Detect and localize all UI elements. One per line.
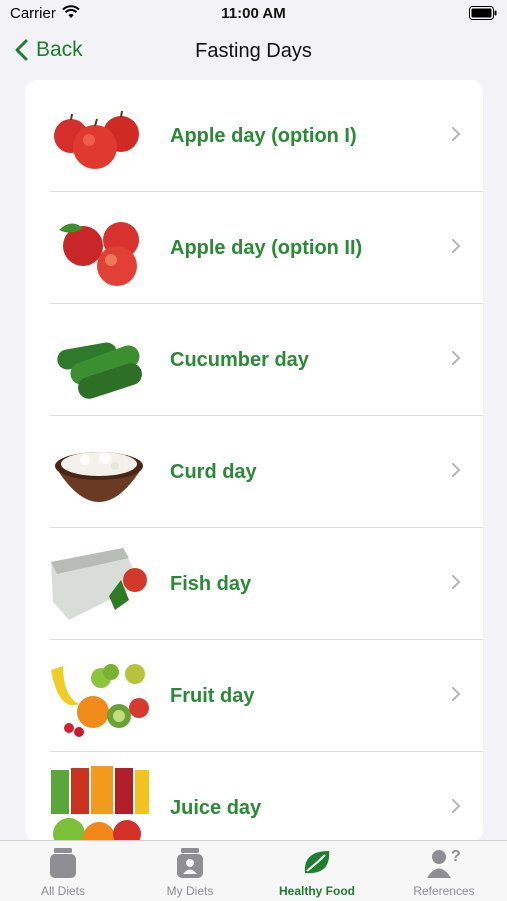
- chevron-right-icon: [451, 350, 461, 366]
- tab-my-diets[interactable]: My Diets: [127, 841, 253, 901]
- status-bar: Carrier 11:00 AM: [0, 0, 507, 28]
- tab-healthy-food[interactable]: Healthy Food: [254, 841, 380, 901]
- tab-label: All Diets: [40, 884, 85, 898]
- chevron-right-icon: [451, 126, 461, 142]
- tab-all-diets[interactable]: All Diets: [0, 841, 126, 901]
- item-label: Cucumber day: [170, 349, 309, 371]
- chevron-right-icon: [451, 686, 461, 702]
- cucumbers-image: [57, 342, 142, 399]
- fasting-days-list: Apple day (option I) Apple day (option I…: [25, 80, 483, 842]
- profile-jar-icon: [177, 848, 203, 878]
- list-item[interactable]: Apple day (option II): [25, 192, 483, 304]
- list-item[interactable]: Cucumber day: [25, 304, 483, 416]
- tab-label: References: [413, 884, 475, 898]
- apples-image: [54, 110, 139, 169]
- person-question-icon: ?: [427, 848, 461, 878]
- list-item[interactable]: Apple day (option I): [25, 80, 483, 192]
- item-label: Apple day (option I): [170, 125, 357, 147]
- leaf-icon: [304, 851, 330, 874]
- battery-icon: [469, 6, 497, 25]
- jar-icon: [50, 848, 76, 878]
- item-label: Fish day: [170, 573, 252, 595]
- item-label: Apple day (option II): [170, 237, 363, 259]
- tab-references[interactable]: ? References: [381, 841, 507, 901]
- list-item[interactable]: Juice day: [25, 752, 483, 842]
- tab-label: Healthy Food: [278, 884, 355, 898]
- navigation-bar: Back Fasting Days: [0, 28, 507, 78]
- list-item[interactable]: Fruit day: [25, 640, 483, 752]
- list-item[interactable]: Curd day: [25, 416, 483, 528]
- chevron-right-icon: [451, 798, 461, 814]
- chevron-right-icon: [451, 238, 461, 254]
- item-label: Fruit day: [170, 685, 255, 707]
- list-item[interactable]: Fish day: [25, 528, 483, 640]
- item-label: Curd day: [170, 461, 257, 483]
- apples-leaf-image: [59, 222, 139, 286]
- fish-image: [51, 548, 147, 620]
- tab-label: My Diets: [166, 884, 214, 898]
- chevron-right-icon: [451, 462, 461, 478]
- item-label: Juice day: [170, 797, 262, 819]
- svg-text:?: ?: [451, 848, 461, 865]
- chevron-right-icon: [451, 574, 461, 590]
- juices-image: [51, 766, 149, 842]
- curd-bowl-image: [55, 452, 143, 502]
- fruits-image: [51, 664, 149, 737]
- tab-bar: All Diets My Diets Healthy Food ? Refere…: [0, 840, 507, 901]
- clock: 11:00 AM: [221, 5, 286, 22]
- page-title: Fasting Days: [195, 40, 312, 62]
